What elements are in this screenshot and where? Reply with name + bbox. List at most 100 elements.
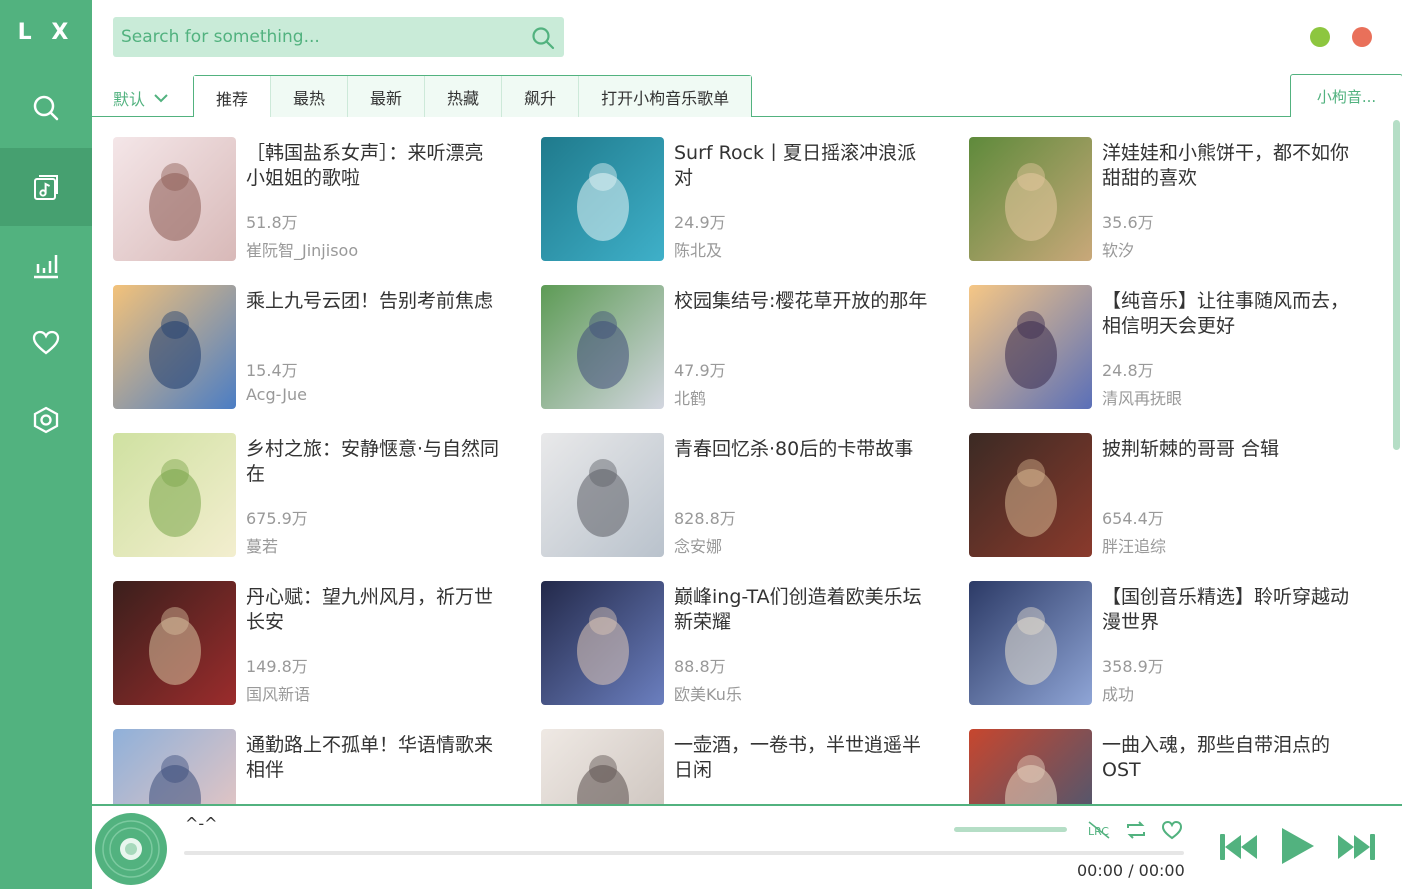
playlist-title[interactable]: 巅峰ing-TA们创造着欧美乐坛新荣耀 xyxy=(674,585,929,635)
volume-slider[interactable] xyxy=(954,827,1067,832)
tab-open-playlist[interactable]: 打开小枸音乐歌单 xyxy=(578,76,752,117)
play-icon[interactable] xyxy=(1280,826,1316,866)
playlist-title[interactable]: 青春回忆杀·80后的卡带故事 xyxy=(674,437,929,462)
playlist-play-count: 654.4万 xyxy=(1102,509,1164,528)
playlist-title[interactable]: ［韩国盐系女声］：来听漂亮小姐姐的歌啦 xyxy=(246,141,501,191)
playlist-card[interactable]: 一壶酒，一卷书，半世逍遥半日闲 xyxy=(541,729,941,804)
playlist-title[interactable]: 丹心赋：望九州风月，祈万世长安 xyxy=(246,585,501,635)
playlist-card[interactable]: ［韩国盐系女声］：来听漂亮小姐姐的歌啦 51.8万 崔阮智_Jinjisoo xyxy=(113,137,513,261)
playlist-play-count: 24.8万 xyxy=(1102,361,1154,380)
playlist-cover-image[interactable] xyxy=(541,137,664,261)
playlist-author: 崔阮智_Jinjisoo xyxy=(246,241,359,260)
source-select[interactable]: 小枸音... xyxy=(1290,74,1402,117)
playlist-card[interactable]: 巅峰ing-TA们创造着欧美乐坛新荣耀 88.8万 欧美Ku乐 xyxy=(541,581,941,705)
playlist-title[interactable]: 通勤路上不孤单！华语情歌来相伴 xyxy=(246,733,501,783)
playlist-card[interactable]: 丹心赋：望九州风月，祈万世长安 149.8万 国风新语 xyxy=(113,581,513,705)
playlist-play-count: 15.4万 xyxy=(246,361,298,380)
cover-art-icon xyxy=(113,285,236,409)
playlist-card[interactable]: Surf Rock丨夏日摇滚冲浪派对 24.9万 陈北及 xyxy=(541,137,941,261)
tab-newest[interactable]: 最新 xyxy=(347,76,425,117)
tab-list: 推荐 最热 最新 热藏 飙升 打开小枸音乐歌单 xyxy=(193,75,753,119)
cover-art-icon xyxy=(541,433,664,557)
sidebar-item-favorites[interactable] xyxy=(0,304,92,382)
minimize-button[interactable] xyxy=(1310,27,1330,47)
tab-hottest[interactable]: 最热 xyxy=(270,76,348,117)
playlist-cover-image[interactable] xyxy=(113,285,236,409)
app-logo: L X xyxy=(17,20,75,45)
cover-art-icon xyxy=(969,729,1092,804)
playlist-author: 蔓若 xyxy=(246,537,279,556)
playlist-cover-image[interactable] xyxy=(969,285,1092,409)
playlist-card[interactable]: 一曲入魂，那些自带泪点的OST xyxy=(969,729,1369,804)
sidebar-item-leaderboard[interactable] xyxy=(0,226,92,304)
tab-rising[interactable]: 飙升 xyxy=(501,76,579,117)
playlist-author: 软汐 xyxy=(1102,241,1135,260)
playlist-play-count: 47.9万 xyxy=(674,361,726,380)
playlist-cover-image[interactable] xyxy=(969,433,1092,557)
previous-track-icon[interactable] xyxy=(1219,832,1259,862)
playlist-cover-image[interactable] xyxy=(969,581,1092,705)
search-input[interactable] xyxy=(121,17,521,57)
playlist-card[interactable]: 乘上九号云团！告别考前焦虑 15.4万 Acg-Jue xyxy=(113,285,513,409)
playlist-cover-image[interactable] xyxy=(541,729,664,804)
playlist-cover-image[interactable] xyxy=(541,433,664,557)
cover-art-icon xyxy=(113,433,236,557)
search-icon xyxy=(33,95,59,121)
cover-art-icon xyxy=(541,581,664,705)
playlist-card[interactable]: 【纯音乐】让往事随风而去，相信明天会更好 24.8万清风再抚眼 xyxy=(969,285,1369,409)
playlist-cover-image[interactable] xyxy=(541,581,664,705)
playlist-title[interactable]: 【国创音乐精选】聆听穿越动漫世界 xyxy=(1102,585,1357,635)
favorite-heart-icon[interactable] xyxy=(1160,818,1184,842)
playlist-title[interactable]: 披荆斩棘的哥哥 合辑 xyxy=(1102,437,1357,462)
playlist-author: 念安娜 xyxy=(674,537,723,556)
cover-art-icon xyxy=(969,581,1092,705)
playlist-title[interactable]: Surf Rock丨夏日摇滚冲浪派对 xyxy=(674,141,929,191)
playlist-cover-image[interactable] xyxy=(113,581,236,705)
playlist-title[interactable]: 乘上九号云团！告别考前焦虑 xyxy=(246,289,501,314)
playlist-title[interactable]: 一曲入魂，那些自带泪点的OST xyxy=(1102,733,1357,783)
sort-select[interactable]: 默认 xyxy=(113,86,169,110)
playlist-cover-image[interactable] xyxy=(113,137,236,261)
cover-art-icon xyxy=(113,137,236,261)
tab-collected[interactable]: 热藏 xyxy=(424,76,502,117)
sidebar: L X xyxy=(0,0,92,889)
playlist-card[interactable]: 青春回忆杀·80后的卡带故事 828.8万 念安娜 xyxy=(541,433,941,557)
scrollbar[interactable] xyxy=(1393,120,1400,450)
next-track-icon[interactable] xyxy=(1336,832,1376,862)
tab-recommend[interactable]: 推荐 xyxy=(194,76,271,119)
playlist-author: 成功 xyxy=(1102,685,1135,704)
playlist-play-count: 675.9万 xyxy=(246,509,308,528)
playlist-card[interactable]: 洋娃娃和小熊饼干，都不如你甜甜的喜欢 35.6万软汐 xyxy=(969,137,1369,261)
playlist-title[interactable]: 一壶酒，一卷书，半世逍遥半日闲 xyxy=(674,733,929,783)
playlist-cover-image[interactable] xyxy=(969,137,1092,261)
playlist-author: 清风再抚眼 xyxy=(1102,389,1183,408)
playlist-card[interactable]: 校园集结号:樱花草开放的那年 47.9万 北鹤 xyxy=(541,285,941,409)
playlist-title[interactable]: 【纯音乐】让往事随风而去，相信明天会更好 xyxy=(1102,289,1357,339)
playlist-author: Acg-Jue xyxy=(246,385,307,404)
sidebar-item-settings[interactable] xyxy=(0,381,92,459)
sidebar-item-songlist[interactable] xyxy=(0,148,92,226)
repeat-icon[interactable] xyxy=(1124,818,1148,842)
playlist-play-count: 149.8万 xyxy=(246,657,308,676)
playlist-title[interactable]: 校园集结号:樱花草开放的那年 xyxy=(674,289,929,314)
playlist-title[interactable]: 洋娃娃和小熊饼干，都不如你甜甜的喜欢 xyxy=(1102,141,1357,191)
playlist-cover-image[interactable] xyxy=(113,433,236,557)
progress-bar[interactable] xyxy=(184,851,1184,855)
settings-icon xyxy=(33,406,59,434)
playlist-card[interactable]: 披荆斩棘的哥哥 合辑 654.4万 胖汪追综 xyxy=(969,433,1369,557)
close-button[interactable] xyxy=(1352,27,1372,47)
playlist-card[interactable]: 乡村之旅：安静惬意·与自然同在 675.9万 蔓若 xyxy=(113,433,513,557)
playlist-play-count: 35.6万 xyxy=(1102,213,1154,232)
playlist-card[interactable]: 【国创音乐精选】聆听穿越动漫世界 358.9万 成功 xyxy=(969,581,1369,705)
playlist-play-count: 24.9万 xyxy=(674,213,726,232)
playlist-cover-image[interactable] xyxy=(113,729,236,804)
sidebar-item-search[interactable] xyxy=(0,69,92,147)
lyrics-icon[interactable]: LRC xyxy=(1087,818,1111,842)
playlist-title[interactable]: 乡村之旅：安静惬意·与自然同在 xyxy=(246,437,501,487)
search-icon[interactable] xyxy=(530,25,556,51)
playlist-card[interactable]: 通勤路上不孤单！华语情歌来相伴 xyxy=(113,729,513,804)
album-disc-icon[interactable] xyxy=(94,812,168,886)
playlist-cover-image[interactable] xyxy=(969,729,1092,804)
playlist-cover-image[interactable] xyxy=(541,285,664,409)
music-list-icon xyxy=(34,175,58,200)
